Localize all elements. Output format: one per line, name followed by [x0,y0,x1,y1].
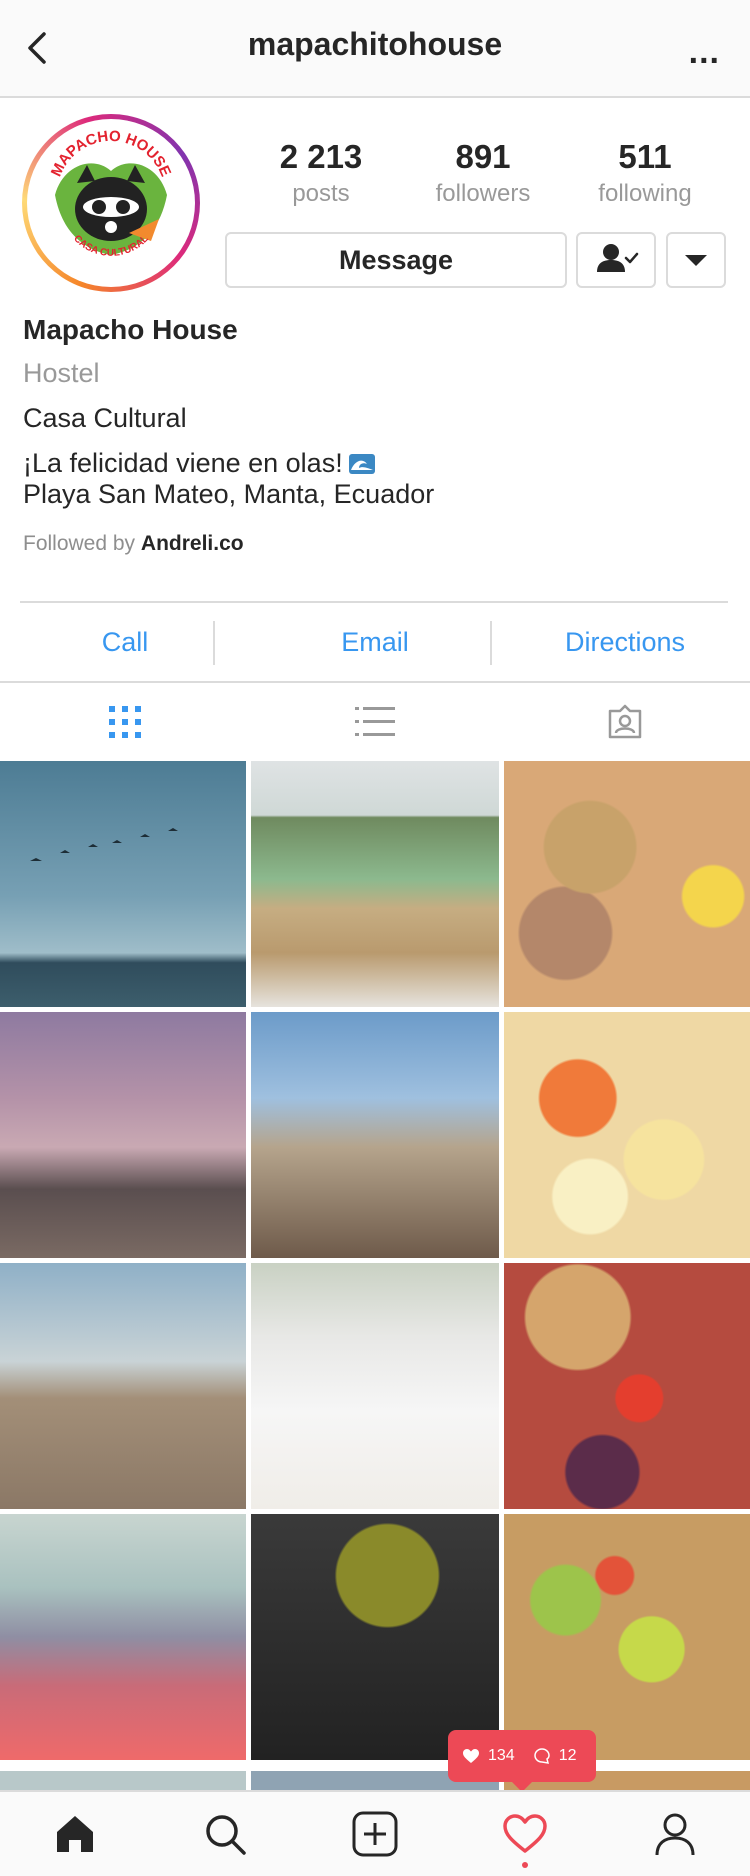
plus-square-icon [352,1811,398,1857]
back-button[interactable] [18,28,58,68]
nav-home[interactable] [0,1792,150,1876]
heart-icon [503,1814,547,1853]
followers-count: 891 [455,138,511,175]
home-icon [57,1816,93,1852]
comments-count: 12 [558,1747,577,1764]
wave-emoji-icon [348,454,375,474]
profile-stats: 2 213 posts 891 followers 511 following [240,138,740,208]
activity-notification[interactable]: 134 12 [448,1730,596,1792]
posts-stat[interactable]: 2 213 posts [240,138,402,208]
display-name: Mapacho House [23,314,238,345]
post-thumbnail[interactable] [0,1263,246,1509]
bio-line-2: ¡La felicidad viene en olas! [23,448,723,479]
message-button[interactable]: Message [225,232,567,288]
comments-indicator: 12 [533,1747,577,1765]
divider [213,621,215,665]
raccoon-logo-icon: MAPACHO HOUSE CASA CULTURAL [33,125,189,281]
post-thumbnail[interactable] [251,761,499,1007]
user-check-icon [597,244,639,272]
more-options-button[interactable]: ... [689,35,720,69]
chevron-left-icon [28,32,46,64]
post-thumbnail[interactable] [504,1263,750,1509]
post-thumbnail[interactable] [504,761,750,1007]
posts-count: 2 213 [279,138,363,175]
nav-search[interactable] [150,1792,300,1876]
following-stat[interactable]: 511 following [564,138,726,208]
list-icon [355,707,395,736]
post-thumbnail[interactable] [251,1514,499,1760]
tagged-icon [608,704,642,739]
following-button[interactable] [576,232,656,288]
birds-icon [30,828,178,861]
bio-line-1: Casa Cultural [23,403,187,433]
top-bar: mapachitohouse ... [0,0,750,98]
post-thumbnail[interactable] [0,1012,246,1258]
post-thumbnail[interactable] [0,1771,246,1791]
tab-grid[interactable] [0,683,250,761]
avatar[interactable]: MAPACHO HOUSE CASA CULTURAL [22,114,200,292]
chevron-down-icon [685,255,707,266]
tab-list[interactable] [250,683,500,761]
profile-bio: Mapacho House Hostel Casa Cultural ¡La f… [23,314,723,556]
tab-tagged[interactable] [500,683,750,761]
comment-icon [533,1748,550,1764]
followers-label: followers [435,180,531,207]
post-thumbnail[interactable] [251,1012,499,1258]
nav-new-post[interactable] [300,1792,450,1876]
profile-icon [655,1813,695,1856]
post-thumbnail[interactable] [0,1514,246,1760]
email-button[interactable]: Email [250,603,500,681]
mapacho-house-logo: MAPACHO HOUSE CASA CULTURAL [33,125,189,281]
likes-indicator: 134 [462,1747,515,1765]
posts-grid [0,761,750,1760]
category-label: Hostel [23,358,100,388]
post-thumbnail[interactable] [504,1012,750,1258]
grid-icon [109,706,141,738]
notification-dot [522,1862,528,1868]
post-thumbnail[interactable] [251,1263,499,1509]
followed-by-user[interactable]: Andreli.co [141,532,244,555]
posts-label: posts [292,180,350,207]
bio-line-3: Playa San Mateo, Manta, Ecuador [23,479,435,509]
followed-by[interactable]: Followed by Andreli.co [23,532,723,556]
post-thumbnail[interactable] [504,1514,750,1760]
nav-activity[interactable] [450,1792,600,1876]
page-title: mapachitohouse [247,26,503,62]
following-count: 511 [618,138,672,175]
bottom-nav [0,1790,750,1876]
following-label: following [598,180,692,207]
nav-profile[interactable] [600,1792,750,1876]
suggested-dropdown-button[interactable] [666,232,726,288]
divider [490,621,492,665]
followers-stat[interactable]: 891 followers [402,138,564,208]
likes-count: 134 [488,1747,515,1764]
search-icon [206,1815,246,1855]
directions-button[interactable]: Directions [500,603,750,681]
posts-grid-partial-row [0,1771,750,1791]
heart-filled-icon [463,1749,479,1763]
profile-tabs [0,683,750,761]
contact-actions: Call Email Directions [0,603,750,681]
post-thumbnail[interactable] [0,761,246,1007]
